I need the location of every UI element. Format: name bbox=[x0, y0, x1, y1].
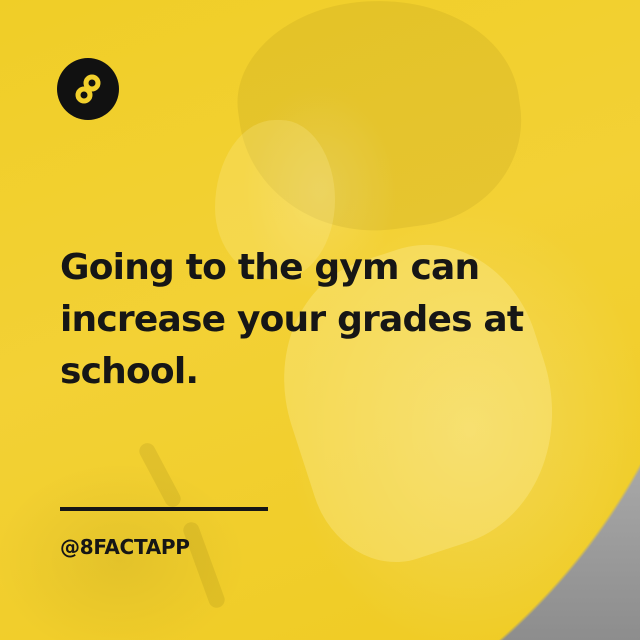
fact-card: Going to the gym can increase your grade… bbox=[0, 0, 640, 640]
infinity-eight-icon bbox=[75, 74, 101, 104]
social-handle: @8FACTAPP bbox=[60, 535, 190, 559]
brand-logo bbox=[57, 58, 119, 120]
fact-headline: Going to the gym can increase your grade… bbox=[60, 247, 524, 392]
divider-line bbox=[60, 507, 268, 511]
